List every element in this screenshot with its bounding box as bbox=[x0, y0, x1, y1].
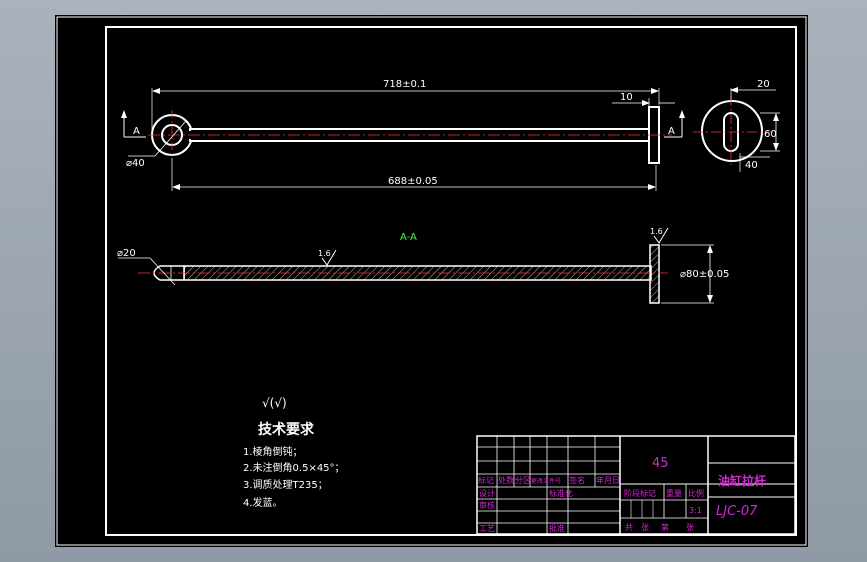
note-item-3: 3.调质处理T235； bbox=[243, 479, 328, 491]
end-width-label: 20 bbox=[757, 79, 770, 90]
svg-text:1.6: 1.6 bbox=[650, 227, 663, 236]
material-value: 45 bbox=[652, 456, 669, 471]
end-height-label: 60 bbox=[764, 129, 777, 140]
part-name: 油缸拉杆 bbox=[718, 473, 766, 488]
inner-length-label: 688±0.05 bbox=[388, 176, 438, 187]
svg-text:张: 张 bbox=[641, 523, 649, 532]
svg-text:工艺: 工艺 bbox=[479, 524, 495, 533]
end-slot-label: 40 bbox=[745, 160, 758, 171]
svg-text:第: 第 bbox=[661, 522, 669, 532]
svg-text:签名: 签名 bbox=[569, 475, 585, 485]
svg-text:1.6: 1.6 bbox=[318, 249, 331, 258]
overall-length-label: 718±0.1 bbox=[383, 79, 426, 90]
svg-text:比例: 比例 bbox=[688, 488, 704, 498]
svg-text:标准化: 标准化 bbox=[549, 488, 573, 498]
section-view-label: A-A bbox=[400, 232, 417, 243]
svg-text:张: 张 bbox=[686, 523, 694, 532]
svg-text:设计: 设计 bbox=[479, 488, 495, 498]
svg-text:共: 共 bbox=[625, 523, 633, 532]
svg-text:处数: 处数 bbox=[498, 475, 514, 485]
svg-text:重量: 重量 bbox=[666, 488, 682, 498]
note-item-1: 1.棱角倒钝； bbox=[243, 445, 303, 458]
svg-text:阶段标记: 阶段标记 bbox=[624, 488, 656, 498]
ring-diameter-label: ⌀40 bbox=[126, 158, 145, 169]
svg-text:更改文件号: 更改文件号 bbox=[531, 477, 561, 485]
note-item-2: 2.未注倒角0.5×45°； bbox=[243, 461, 345, 474]
section-flange bbox=[649, 244, 660, 304]
svg-text:分区: 分区 bbox=[515, 476, 531, 485]
svg-text:标记: 标记 bbox=[478, 475, 494, 485]
tip-diameter-label: ⌀20 bbox=[117, 248, 136, 259]
flange-thickness-label: 10 bbox=[620, 92, 633, 103]
flange-diameter-label: ⌀80±0.05 bbox=[680, 269, 729, 280]
drawing-background bbox=[55, 15, 808, 547]
svg-text:年月日: 年月日 bbox=[596, 475, 620, 485]
section-letter-right: A bbox=[668, 126, 675, 137]
notes-title: 技术要求 bbox=[258, 421, 315, 438]
roughness-note: √(√) bbox=[262, 396, 287, 410]
drawing-sheet: 718±0.1 10 688±0.05 ⌀40 A A 20 60 40 A-A… bbox=[55, 15, 808, 547]
scale-value: 3:1 bbox=[689, 506, 702, 515]
note-item-4: 4.发蓝。 bbox=[243, 496, 283, 509]
svg-text:审核: 审核 bbox=[479, 500, 495, 510]
svg-text:批准: 批准 bbox=[549, 523, 565, 533]
drawing-number: LJC-07 bbox=[716, 504, 758, 519]
section-letter-left: A bbox=[133, 126, 140, 137]
